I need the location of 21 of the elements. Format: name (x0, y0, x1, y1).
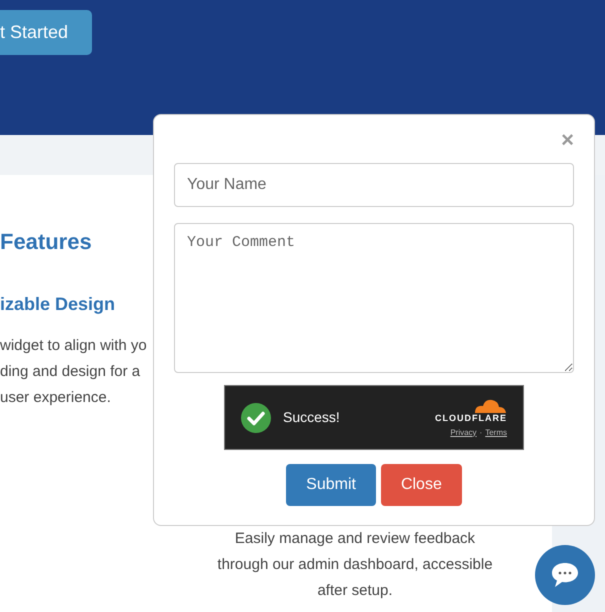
submit-button[interactable]: Submit (286, 464, 376, 506)
feature-description-line: ding and design for a (0, 362, 142, 382)
section-heading: Features (0, 228, 92, 256)
feature-description-line: user experience. (0, 388, 112, 408)
close-button[interactable]: Close (380, 464, 462, 506)
checkmark-icon (241, 402, 271, 432)
comment-textarea[interactable]: Your Comment (174, 223, 574, 373)
brand-logo-text: CLOUDFLARE (435, 412, 507, 424)
privacy-link[interactable]: Privacy (450, 426, 477, 438)
terms-link[interactable]: Terms (485, 426, 507, 438)
feature-title: izable Design (0, 293, 116, 316)
close-button[interactable]: × (561, 129, 574, 151)
feature-description-line: through our admin dashboard, accessible (216, 555, 494, 575)
feature-description-line: after setup. (316, 581, 394, 601)
speech-bubble-icon (550, 561, 580, 589)
feature-description-line: widget to align with yo (0, 336, 147, 356)
captcha-status: Success! (283, 408, 340, 427)
feature-description-line: Easily manage and review feedback (234, 529, 476, 549)
separator-dot: · (480, 426, 482, 438)
name-input-field[interactable]: Your Name (174, 163, 574, 207)
get-started-button[interactable]: t Started (0, 10, 92, 55)
